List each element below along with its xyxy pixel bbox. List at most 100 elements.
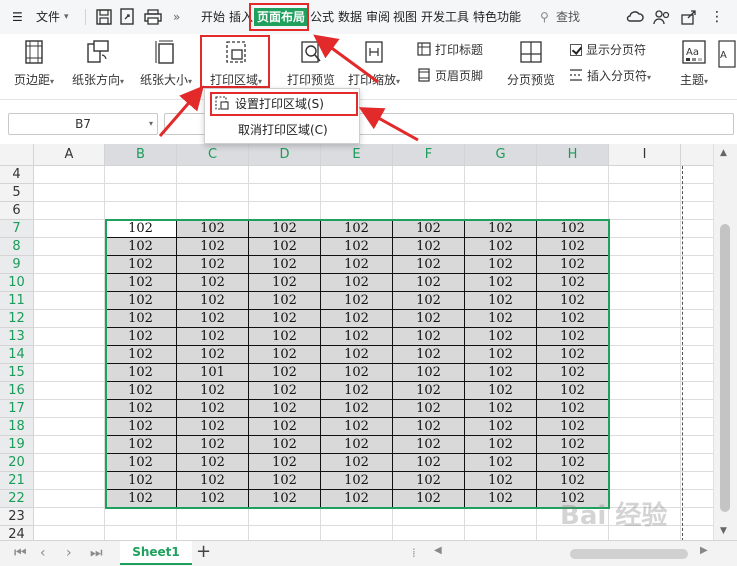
- table-cell[interactable]: [34, 508, 105, 526]
- table-cell[interactable]: 102: [105, 472, 177, 490]
- table-cell[interactable]: [34, 238, 105, 256]
- table-cell[interactable]: 102: [321, 310, 393, 328]
- table-cell[interactable]: 102: [321, 454, 393, 472]
- last-sheet-icon[interactable]: ⏭: [90, 545, 103, 561]
- table-cell[interactable]: 102: [465, 490, 537, 508]
- table-cell[interactable]: [34, 292, 105, 310]
- table-cell[interactable]: 102: [177, 238, 249, 256]
- table-cell[interactable]: [681, 256, 713, 274]
- table-cell[interactable]: 102: [321, 292, 393, 310]
- table-cell[interactable]: 102: [249, 472, 321, 490]
- table-cell[interactable]: [177, 526, 249, 540]
- table-cell[interactable]: 102: [537, 418, 609, 436]
- print-scale-button[interactable]: 打印缩放▾: [344, 38, 404, 88]
- table-cell[interactable]: 102: [537, 364, 609, 382]
- name-box[interactable]: B7 ▾: [8, 113, 158, 135]
- row-header-4[interactable]: 4: [0, 166, 34, 184]
- table-cell[interactable]: 102: [465, 382, 537, 400]
- sheet-tab-sheet1[interactable]: Sheet1: [120, 541, 192, 565]
- table-cell[interactable]: 102: [249, 454, 321, 472]
- row-header-5[interactable]: 5: [0, 184, 34, 202]
- table-cell[interactable]: [321, 184, 393, 202]
- table-cell[interactable]: [681, 220, 713, 238]
- row-header-13[interactable]: 13: [0, 328, 34, 346]
- table-cell[interactable]: 102: [177, 400, 249, 418]
- table-cell[interactable]: [105, 184, 177, 202]
- row-header-21[interactable]: 21: [0, 472, 34, 490]
- table-cell[interactable]: 102: [393, 382, 465, 400]
- table-cell[interactable]: [249, 508, 321, 526]
- font-theme-icon[interactable]: A: [718, 40, 736, 68]
- table-cell[interactable]: [34, 364, 105, 382]
- table-cell[interactable]: 102: [537, 220, 609, 238]
- table-cell[interactable]: 102: [393, 274, 465, 292]
- table-cell[interactable]: 102: [321, 490, 393, 508]
- row-header-20[interactable]: 20: [0, 454, 34, 472]
- table-cell[interactable]: [465, 166, 537, 184]
- show-page-breaks-checkbox[interactable]: 显示分页符: [570, 40, 646, 60]
- table-cell[interactable]: [34, 400, 105, 418]
- table-cell[interactable]: [34, 328, 105, 346]
- spreadsheet-grid[interactable]: ABCDEFGHI 4 5 6 7 8 9 10 11 12 13 14 15 16 17 18 19 20 21…: [0, 144, 713, 540]
- table-cell[interactable]: 102: [105, 328, 177, 346]
- table-cell[interactable]: 102: [393, 238, 465, 256]
- table-cell[interactable]: 102: [177, 346, 249, 364]
- table-cell[interactable]: [105, 508, 177, 526]
- table-cell[interactable]: [34, 472, 105, 490]
- row-header-12[interactable]: 12: [0, 310, 34, 328]
- table-cell[interactable]: 102: [393, 418, 465, 436]
- table-cell[interactable]: [34, 274, 105, 292]
- table-cell[interactable]: 102: [321, 418, 393, 436]
- collaborate-icon[interactable]: [652, 7, 672, 27]
- table-cell[interactable]: 102: [393, 328, 465, 346]
- table-cell[interactable]: 102: [177, 256, 249, 274]
- table-cell[interactable]: 102: [393, 472, 465, 490]
- table-cell[interactable]: [681, 274, 713, 292]
- vertical-scrollbar[interactable]: ▲ ▼: [713, 144, 737, 540]
- table-cell[interactable]: [34, 256, 105, 274]
- table-cell[interactable]: [609, 346, 681, 364]
- table-cell[interactable]: 102: [465, 238, 537, 256]
- table-cell[interactable]: 102: [105, 418, 177, 436]
- table-cell[interactable]: 102: [465, 220, 537, 238]
- table-cell[interactable]: [609, 400, 681, 418]
- table-cell[interactable]: 102: [321, 472, 393, 490]
- vertical-scroll-thumb[interactable]: [720, 224, 730, 512]
- table-cell[interactable]: 102: [249, 490, 321, 508]
- table-cell[interactable]: [681, 508, 713, 526]
- table-cell[interactable]: [465, 526, 537, 540]
- table-cell[interactable]: 101: [177, 364, 249, 382]
- row-header-8[interactable]: 8: [0, 238, 34, 256]
- cloud-sync-icon[interactable]: [625, 7, 645, 27]
- table-cell[interactable]: [177, 166, 249, 184]
- search-label[interactable]: 查找: [556, 8, 580, 26]
- table-cell[interactable]: [177, 202, 249, 220]
- table-cell[interactable]: [34, 454, 105, 472]
- table-cell[interactable]: [609, 274, 681, 292]
- tab-formulas[interactable]: 公式: [310, 8, 334, 26]
- page-break-preview-button[interactable]: 分页预览: [502, 38, 560, 88]
- table-cell[interactable]: 102: [177, 220, 249, 238]
- export-pdf-icon[interactable]: [118, 7, 138, 27]
- table-cell[interactable]: [609, 328, 681, 346]
- table-cell[interactable]: [681, 184, 713, 202]
- table-cell[interactable]: 102: [537, 328, 609, 346]
- table-cell[interactable]: [537, 166, 609, 184]
- table-cell[interactable]: [249, 166, 321, 184]
- tab-view[interactable]: 视图: [393, 8, 417, 26]
- row-header-10[interactable]: 10: [0, 274, 34, 292]
- table-cell[interactable]: [105, 526, 177, 540]
- table-cell[interactable]: 102: [393, 490, 465, 508]
- table-cell[interactable]: 102: [249, 382, 321, 400]
- table-cell[interactable]: [465, 202, 537, 220]
- table-cell[interactable]: [681, 418, 713, 436]
- table-cell[interactable]: 102: [105, 364, 177, 382]
- column-header-b[interactable]: B: [105, 144, 177, 166]
- table-cell[interactable]: 102: [537, 400, 609, 418]
- table-cell[interactable]: 102: [249, 310, 321, 328]
- table-cell[interactable]: [609, 418, 681, 436]
- table-cell[interactable]: 102: [537, 346, 609, 364]
- table-cell[interactable]: [34, 184, 105, 202]
- table-cell[interactable]: 102: [105, 454, 177, 472]
- tab-home[interactable]: 开始: [201, 8, 225, 26]
